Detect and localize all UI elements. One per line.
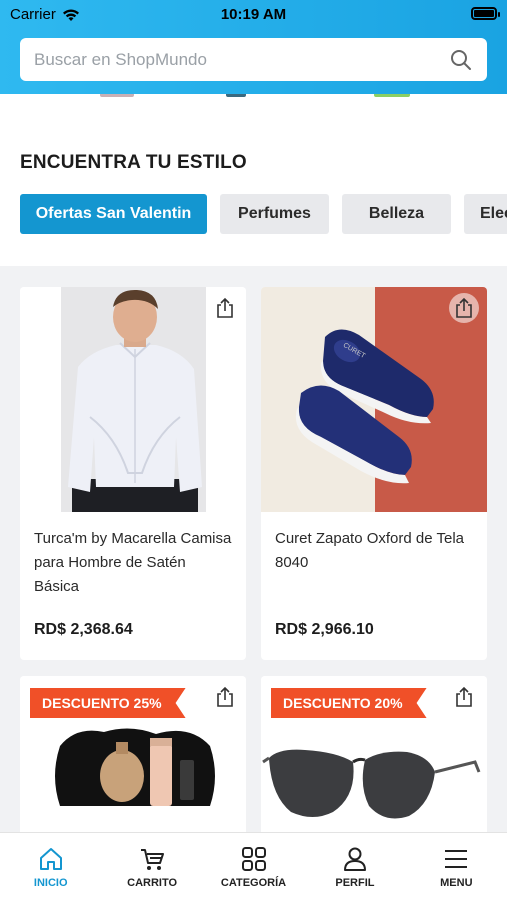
share-icon[interactable] xyxy=(210,293,240,323)
product-name[interactable]: Curet Zapato Oxford de Tela 8040 xyxy=(275,527,475,575)
discount-badge: DESCUENTO 25% xyxy=(30,688,186,718)
product-price: RD$ 2,966.10 xyxy=(275,621,374,638)
chip-perfumes[interactable]: Perfumes xyxy=(220,194,329,234)
banner-peek xyxy=(226,94,246,97)
search-input[interactable]: Buscar en ShopMundo xyxy=(34,50,449,70)
style-chips: Ofertas San Valentin Perfumes Belleza El… xyxy=(20,194,507,234)
tab-perfil[interactable]: PERFIL xyxy=(304,833,405,900)
menu-icon xyxy=(445,850,468,868)
bottom-tab-bar: INICIO CARRITO CATEGORÍA PERFIL MENU xyxy=(0,832,507,900)
share-icon[interactable] xyxy=(449,682,479,712)
discount-badge: DESCUENTO 20% xyxy=(271,688,427,718)
chip-ofertas-san-valentin[interactable]: Ofertas San Valentin xyxy=(20,194,207,234)
section-title: ENCUENTRA TU ESTILO xyxy=(20,152,247,173)
category-icon xyxy=(241,847,266,871)
share-icon[interactable] xyxy=(449,293,479,323)
style-section: ENCUENTRA TU ESTILO Ofertas San Valentin… xyxy=(0,94,507,266)
battery-icon xyxy=(471,7,500,20)
share-icon[interactable] xyxy=(210,682,240,712)
tab-label: INICIO xyxy=(33,877,68,889)
status-bar: Carrier 10:19 AM xyxy=(0,0,507,30)
product-price: RD$ 2,368.64 xyxy=(34,621,133,638)
banner-peek xyxy=(374,94,410,97)
tab-categoria[interactable]: CATEGORÍA xyxy=(203,833,304,900)
app-header: Carrier 10:19 AM Buscar en ShopMundo xyxy=(0,0,507,94)
status-time: 10:19 AM xyxy=(220,6,287,23)
product-card[interactable]: Turca'm by Macarella Camisa para Hombre … xyxy=(20,287,246,660)
tab-label: CATEGORÍA xyxy=(220,877,287,889)
chip-belleza[interactable]: Belleza xyxy=(342,194,451,234)
product-image[interactable]: CURET xyxy=(261,287,487,512)
home-icon xyxy=(39,848,62,870)
product-card[interactable]: CURET Curet Zapato Oxford de Tela 8040 R… xyxy=(261,287,487,660)
tab-label: MENU xyxy=(440,877,473,889)
cart-icon xyxy=(141,849,165,870)
search-bar[interactable]: Buscar en ShopMundo xyxy=(20,38,487,81)
tab-carrito[interactable]: CARRITO xyxy=(101,833,202,900)
tab-inicio[interactable]: INICIO xyxy=(0,833,101,900)
chip-electronica[interactable]: Electrónica xyxy=(464,194,507,234)
tab-label: CARRITO xyxy=(127,877,178,889)
profile-icon xyxy=(343,847,366,871)
product-name[interactable]: Turca'm by Macarella Camisa para Hombre … xyxy=(34,527,234,599)
tab-label: PERFIL xyxy=(335,877,375,889)
banner-peek xyxy=(100,94,134,97)
tab-menu[interactable]: MENU xyxy=(406,833,507,900)
search-icon[interactable] xyxy=(449,48,473,72)
